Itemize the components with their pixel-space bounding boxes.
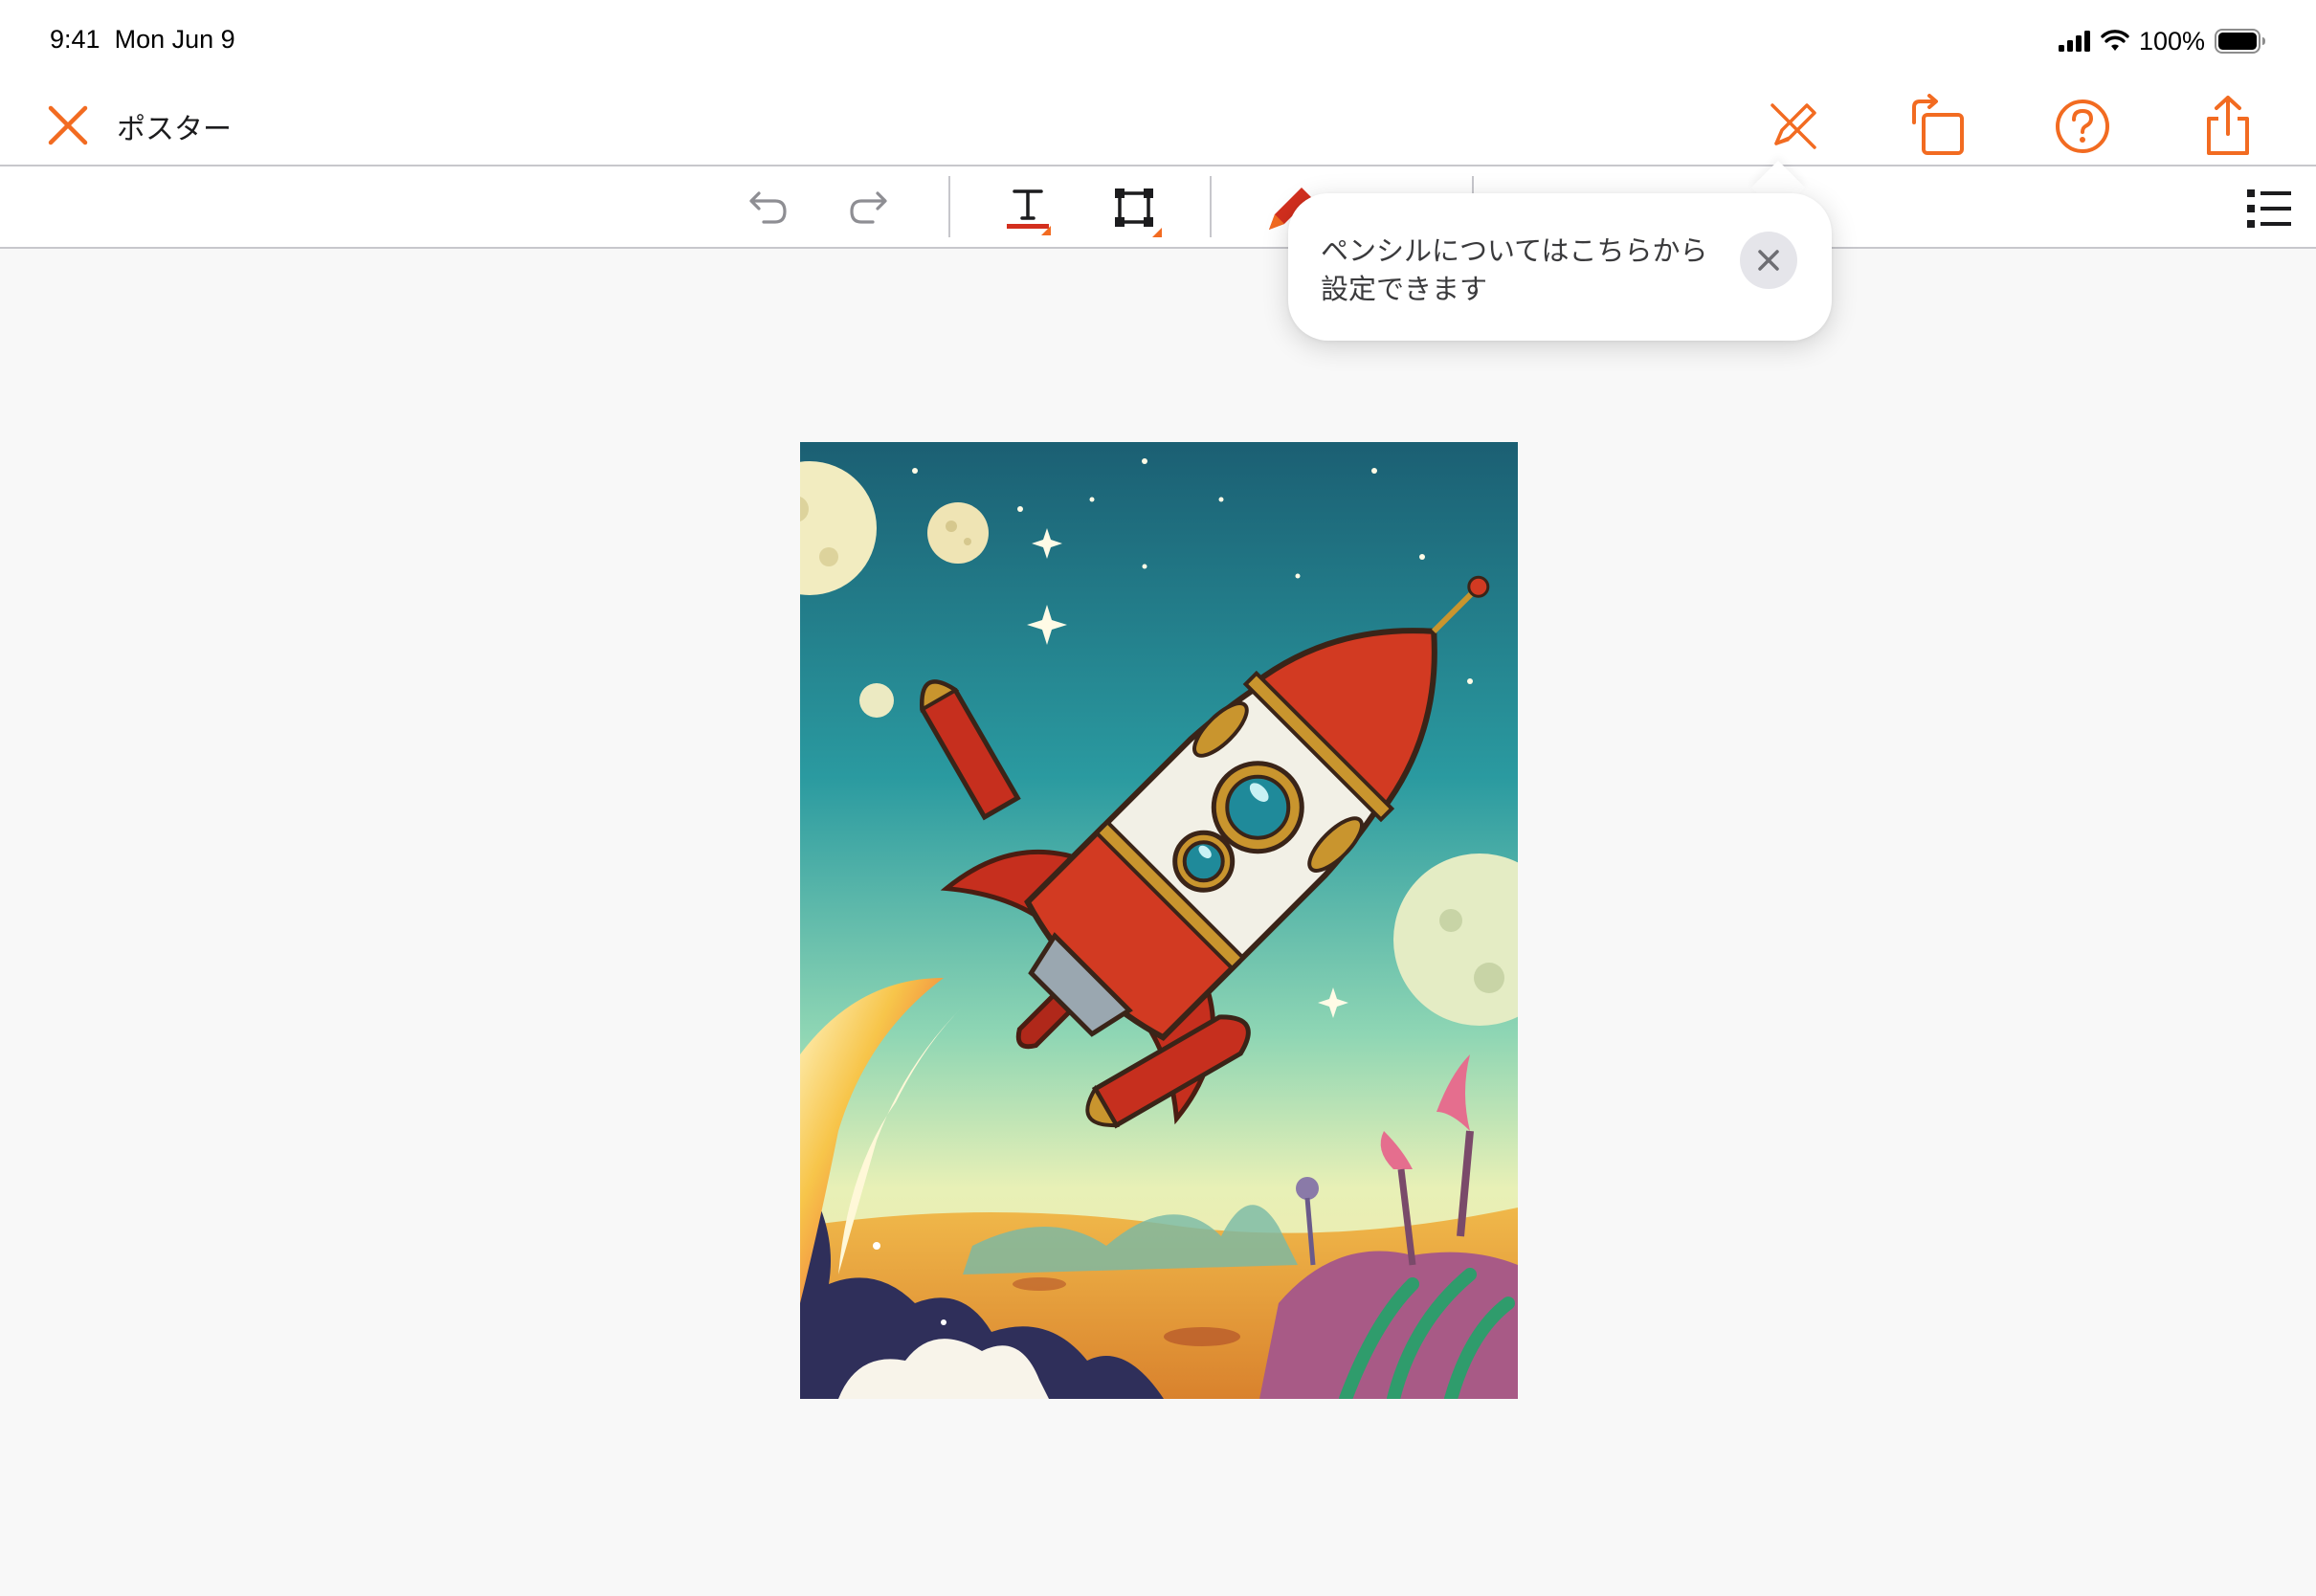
clock-time: 9:41: [50, 25, 100, 54]
pencil-off-button[interactable]: [1759, 92, 1828, 161]
redo-button[interactable]: [844, 180, 902, 237]
clock-date: Mon Jun 9: [114, 25, 235, 54]
share-icon: [2207, 96, 2249, 155]
close-icon: [1758, 250, 1779, 271]
undo-button[interactable]: [735, 180, 792, 237]
rocket-illustration[interactable]: [800, 442, 1518, 1399]
battery-percent: 100%: [2138, 26, 2205, 55]
pencil-settings-tooltip: ペンシルについてはこちらから 設定できます: [1288, 193, 1832, 341]
editing-toolbar: [0, 166, 2316, 249]
tooltip-line-1: ペンシルについてはこちらから: [1321, 234, 1708, 267]
help-icon: [2056, 100, 2109, 153]
pencil-off-icon: [1770, 103, 1816, 149]
shape-tool-icon: [1115, 188, 1162, 237]
rotate-button[interactable]: [1903, 92, 1971, 161]
text-tool-icon: [1007, 189, 1051, 235]
status-bar: 9:41 Mon Jun 9 100%: [0, 0, 2316, 82]
toolbar-divider: [948, 176, 950, 237]
close-button[interactable]: [44, 101, 92, 149]
redo-icon: [850, 191, 887, 224]
wifi-icon: [2101, 30, 2129, 51]
close-icon: [48, 105, 88, 145]
tooltip-close-button[interactable]: [1740, 232, 1797, 289]
shape-tool-button[interactable]: [1106, 180, 1164, 237]
list-button[interactable]: [2239, 180, 2297, 237]
battery-icon: [2215, 29, 2265, 54]
help-button[interactable]: [2048, 92, 2117, 161]
document-title: ポスター: [117, 114, 232, 145]
status-indicators: 100%: [2058, 25, 2266, 57]
tooltip-line-2: 設定できます: [1321, 273, 1488, 305]
tooltip-message: ペンシルについてはこちらから 設定できます: [1321, 232, 1723, 308]
rotate-icon: [1912, 94, 1964, 155]
share-button[interactable]: [2194, 92, 2262, 161]
undo-icon: [749, 191, 787, 224]
text-tool-button[interactable]: [999, 180, 1057, 237]
nav-bar: ポスター: [0, 82, 2316, 166]
cellular-signal-icon: [2058, 31, 2090, 52]
status-time: 9:41 Mon Jun 9: [50, 25, 235, 55]
toolbar-divider: [1210, 176, 1212, 237]
list-icon: [2247, 189, 2291, 228]
